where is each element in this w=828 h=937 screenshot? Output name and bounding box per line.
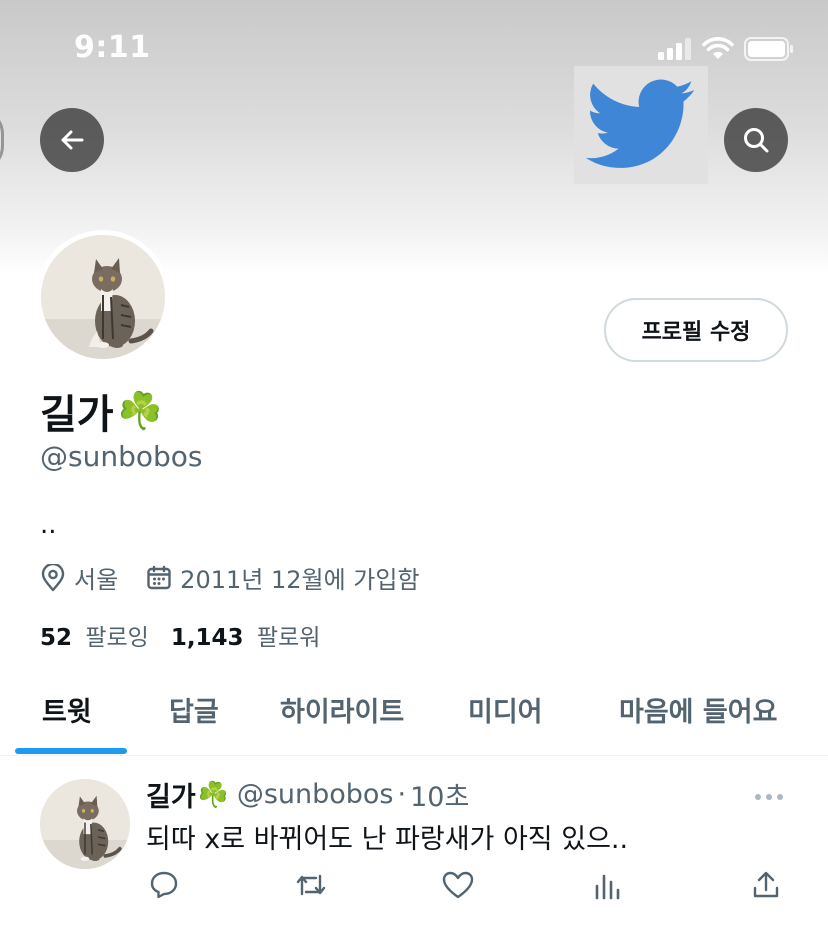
retweet-button[interactable] xyxy=(293,867,329,903)
tweet-actions xyxy=(0,867,828,907)
views-icon xyxy=(595,874,620,900)
arrow-left-icon xyxy=(61,130,84,150)
partial-circle-edge xyxy=(0,108,4,172)
like-button[interactable] xyxy=(440,867,476,903)
clover-emoji: ☘️ xyxy=(117,391,163,432)
followers-label: 팔로워 xyxy=(256,625,321,651)
status-bar-time: 9:11 xyxy=(74,30,151,65)
profile-avatar-frame[interactable] xyxy=(36,230,170,364)
tweet-more-button[interactable] xyxy=(754,787,784,806)
tab-tweets[interactable]: 트윗 xyxy=(42,690,92,729)
wifi-icon xyxy=(702,37,734,59)
share-button[interactable] xyxy=(748,867,784,903)
tweet-item[interactable]: 길가 ☘️ @sunbobos · 10초 되따 x로 바뀌어도 난 파랑새가 … xyxy=(0,757,828,937)
cat-photo-avatar xyxy=(40,779,130,869)
share-icon xyxy=(753,871,779,898)
profile-tabs: 트윗 답글 하이라이트 미디어 마음에 들어요 xyxy=(0,672,828,756)
avatar[interactable] xyxy=(41,235,165,359)
status-bar-icons xyxy=(658,36,794,62)
tweet-author[interactable]: 길가 ☘️ xyxy=(146,775,229,814)
follow-stats: 52 팔로잉 1,143 팔로워 xyxy=(40,618,320,652)
following-count: 52 xyxy=(40,625,73,651)
edit-profile-button[interactable]: 프로필 수정 xyxy=(604,298,788,362)
clover-emoji: ☘️ xyxy=(197,779,229,809)
followers-count: 1,143 xyxy=(170,625,244,651)
more-dots-icon xyxy=(755,794,783,800)
tweet-timestamp[interactable]: 10초 xyxy=(410,775,469,814)
tweet-separator: · xyxy=(397,779,407,810)
profile-bio: .. xyxy=(40,510,57,540)
back-button[interactable] xyxy=(40,108,104,172)
following-label: 팔로잉 xyxy=(85,625,149,651)
reply-button[interactable] xyxy=(146,867,182,903)
search-button[interactable] xyxy=(724,108,788,172)
location-text: 서울 xyxy=(74,566,119,594)
tweet-author-name: 길가 xyxy=(146,782,196,813)
like-icon xyxy=(442,871,474,899)
followers-link[interactable]: 1,143 팔로워 xyxy=(171,618,321,652)
retweet-icon xyxy=(296,874,326,896)
location-pin-icon xyxy=(41,563,65,591)
profile-meta: 서울 2011년 12월에 가입함 xyxy=(40,560,420,595)
display-name-text: 길가 xyxy=(40,392,114,438)
tab-media[interactable]: 미디어 xyxy=(468,690,543,729)
cellular-signal-icon xyxy=(658,38,691,60)
joined-text: 2011년 12월에 가입함 xyxy=(180,566,420,594)
search-icon xyxy=(744,128,769,153)
tweet-text: 되따 x로 바뀌어도 난 파랑새가 아직 있으.. xyxy=(146,824,629,855)
active-tab-indicator xyxy=(15,748,127,754)
reply-icon xyxy=(150,871,178,899)
battery-icon xyxy=(744,37,793,61)
tab-highlights[interactable]: 하이라이트 xyxy=(280,690,404,729)
tab-replies[interactable]: 답글 xyxy=(169,690,219,729)
tweet-avatar[interactable] xyxy=(40,779,130,869)
calendar-icon xyxy=(147,565,171,589)
profile-display-name: 길가 ☘️ xyxy=(40,382,162,440)
twitter-bird-icon xyxy=(585,79,695,168)
twitter-bird-logo xyxy=(574,66,708,184)
following-link[interactable]: 52 팔로잉 xyxy=(40,618,149,652)
views-button[interactable] xyxy=(589,867,625,903)
tweet-handle[interactable]: @sunbobos xyxy=(237,779,394,810)
joined-item: 2011년 12월에 가입함 xyxy=(146,560,420,595)
profile-handle: @sunbobos xyxy=(40,440,203,473)
tweet-header: 길가 ☘️ @sunbobos · 10초 xyxy=(146,775,469,814)
tab-likes[interactable]: 마음에 들어요 xyxy=(619,690,777,729)
cat-photo-avatar xyxy=(41,235,165,359)
location-item: 서울 xyxy=(40,560,118,595)
